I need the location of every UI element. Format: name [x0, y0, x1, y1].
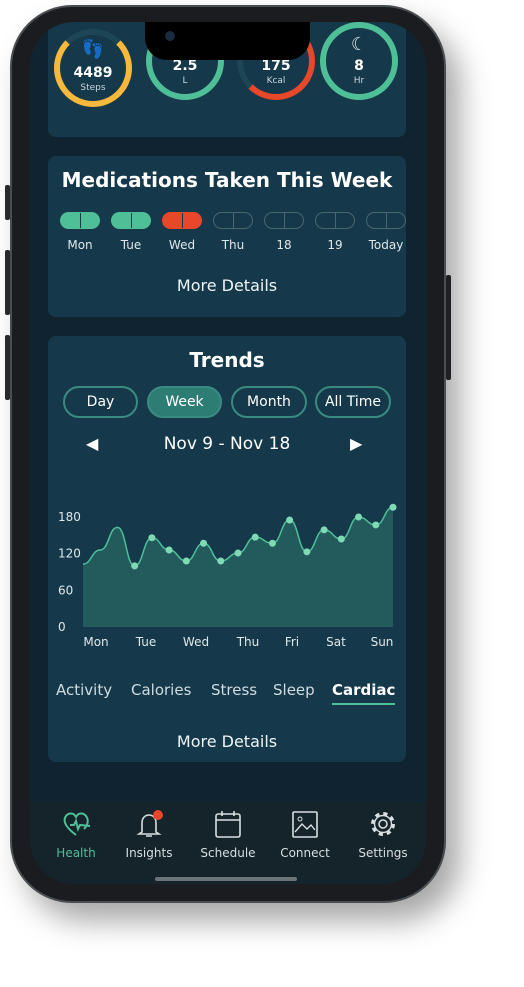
nav-insights[interactable]: Insights — [111, 808, 187, 860]
y-tick-label: 120 — [58, 547, 81, 561]
day-label: Thu — [221, 238, 245, 252]
nav-schedule[interactable]: Schedule — [190, 808, 266, 860]
day-label: Wed — [168, 238, 196, 252]
data-point[interactable] — [200, 539, 208, 547]
notification-badge — [153, 810, 163, 820]
day-label: Today — [368, 238, 404, 252]
home-indicator[interactable] — [155, 877, 297, 881]
x-tick-label: Sun — [371, 635, 394, 649]
day-label: 19 — [327, 238, 343, 252]
bottom-nav: Health Insights Schedule Connect Setting… — [30, 802, 426, 884]
range-month[interactable]: Month — [231, 386, 307, 418]
data-point[interactable] — [148, 534, 156, 542]
next-arrow-icon[interactable]: ▶ — [350, 434, 362, 453]
calendar-icon — [215, 811, 241, 838]
sleep-ring[interactable]: ☾ 8 Hr — [320, 22, 398, 100]
footprints-icon: 👣 — [81, 39, 105, 60]
data-point[interactable] — [286, 516, 294, 524]
cardiac-chart: 0 60 120 180 Mon Tue Wed Thu Fri Sat Sun — [58, 503, 397, 649]
pill-taken — [60, 212, 100, 229]
nav-connect[interactable]: Connect — [267, 808, 343, 860]
data-point[interactable] — [131, 562, 139, 570]
chart-area — [83, 507, 393, 627]
notch — [145, 22, 310, 60]
day-label: Tue — [120, 238, 142, 252]
data-point[interactable] — [217, 557, 225, 565]
nav-settings[interactable]: Settings — [345, 808, 421, 860]
trends-more-details[interactable]: More Details — [48, 732, 406, 751]
x-tick-label: Tue — [135, 635, 157, 649]
medications-more-details[interactable]: More Details — [48, 276, 406, 295]
moon-icon: ☾ — [350, 34, 368, 55]
steps-ring[interactable]: 👣 4489 Steps — [54, 29, 132, 107]
day-label: 18 — [276, 238, 292, 252]
power-button — [446, 275, 451, 380]
data-point[interactable] — [337, 535, 345, 543]
image-icon — [292, 811, 318, 838]
x-tick-label: Mon — [83, 635, 108, 649]
data-point[interactable] — [389, 503, 397, 511]
range-day[interactable]: Day — [63, 386, 138, 418]
pill-pending — [264, 212, 304, 229]
heart-pulse-icon — [63, 812, 91, 836]
pill-pending — [315, 212, 355, 229]
data-point[interactable] — [182, 557, 190, 565]
trends-card: Trends Day Week Month All Time ◀ Nov 9 -… — [48, 336, 406, 762]
pill-taken — [111, 212, 151, 229]
gear-icon — [371, 812, 395, 836]
data-point[interactable] — [234, 549, 242, 557]
y-tick-label: 60 — [58, 583, 73, 597]
category-calories[interactable]: Calories — [131, 681, 191, 699]
medications-card: Medications Taken This Week Mon Tue Wed Thu… — [48, 156, 406, 317]
category-stress[interactable]: Stress — [211, 681, 257, 699]
data-point[interactable] — [251, 533, 259, 541]
range-week[interactable]: Week — [147, 386, 222, 418]
category-sleep[interactable]: Sleep — [273, 681, 315, 699]
category-cardiac[interactable]: Cardiac — [332, 681, 396, 705]
category-activity[interactable]: Activity — [56, 681, 112, 699]
x-tick-label: Fri — [285, 635, 299, 649]
medications-title: Medications Taken This Week — [61, 168, 393, 192]
pill-pending — [213, 212, 253, 229]
data-point[interactable] — [303, 548, 311, 556]
data-point[interactable] — [165, 546, 173, 554]
app-screen: 👣 4489 Steps 2.5 L 175 Kcal ☾ 8 Hr Medicatio… — [30, 22, 426, 884]
x-tick-label: Sat — [326, 635, 346, 649]
x-tick-label: Thu — [236, 635, 260, 649]
y-tick-label: 180 — [58, 510, 81, 524]
camera — [165, 31, 175, 41]
pill-pending — [366, 212, 406, 229]
data-point[interactable] — [372, 521, 380, 529]
y-tick-label: 0 — [58, 620, 66, 634]
range-all-time[interactable]: All Time — [315, 386, 391, 418]
data-point[interactable] — [320, 526, 328, 534]
x-tick-label: Wed — [183, 635, 209, 649]
data-point[interactable] — [355, 513, 363, 521]
pill-missed — [162, 212, 202, 229]
day-label: Mon — [67, 238, 93, 252]
nav-health[interactable]: Health — [38, 808, 114, 860]
bell-icon — [136, 810, 163, 837]
trends-title: Trends — [189, 348, 265, 372]
data-point[interactable] — [268, 539, 276, 547]
